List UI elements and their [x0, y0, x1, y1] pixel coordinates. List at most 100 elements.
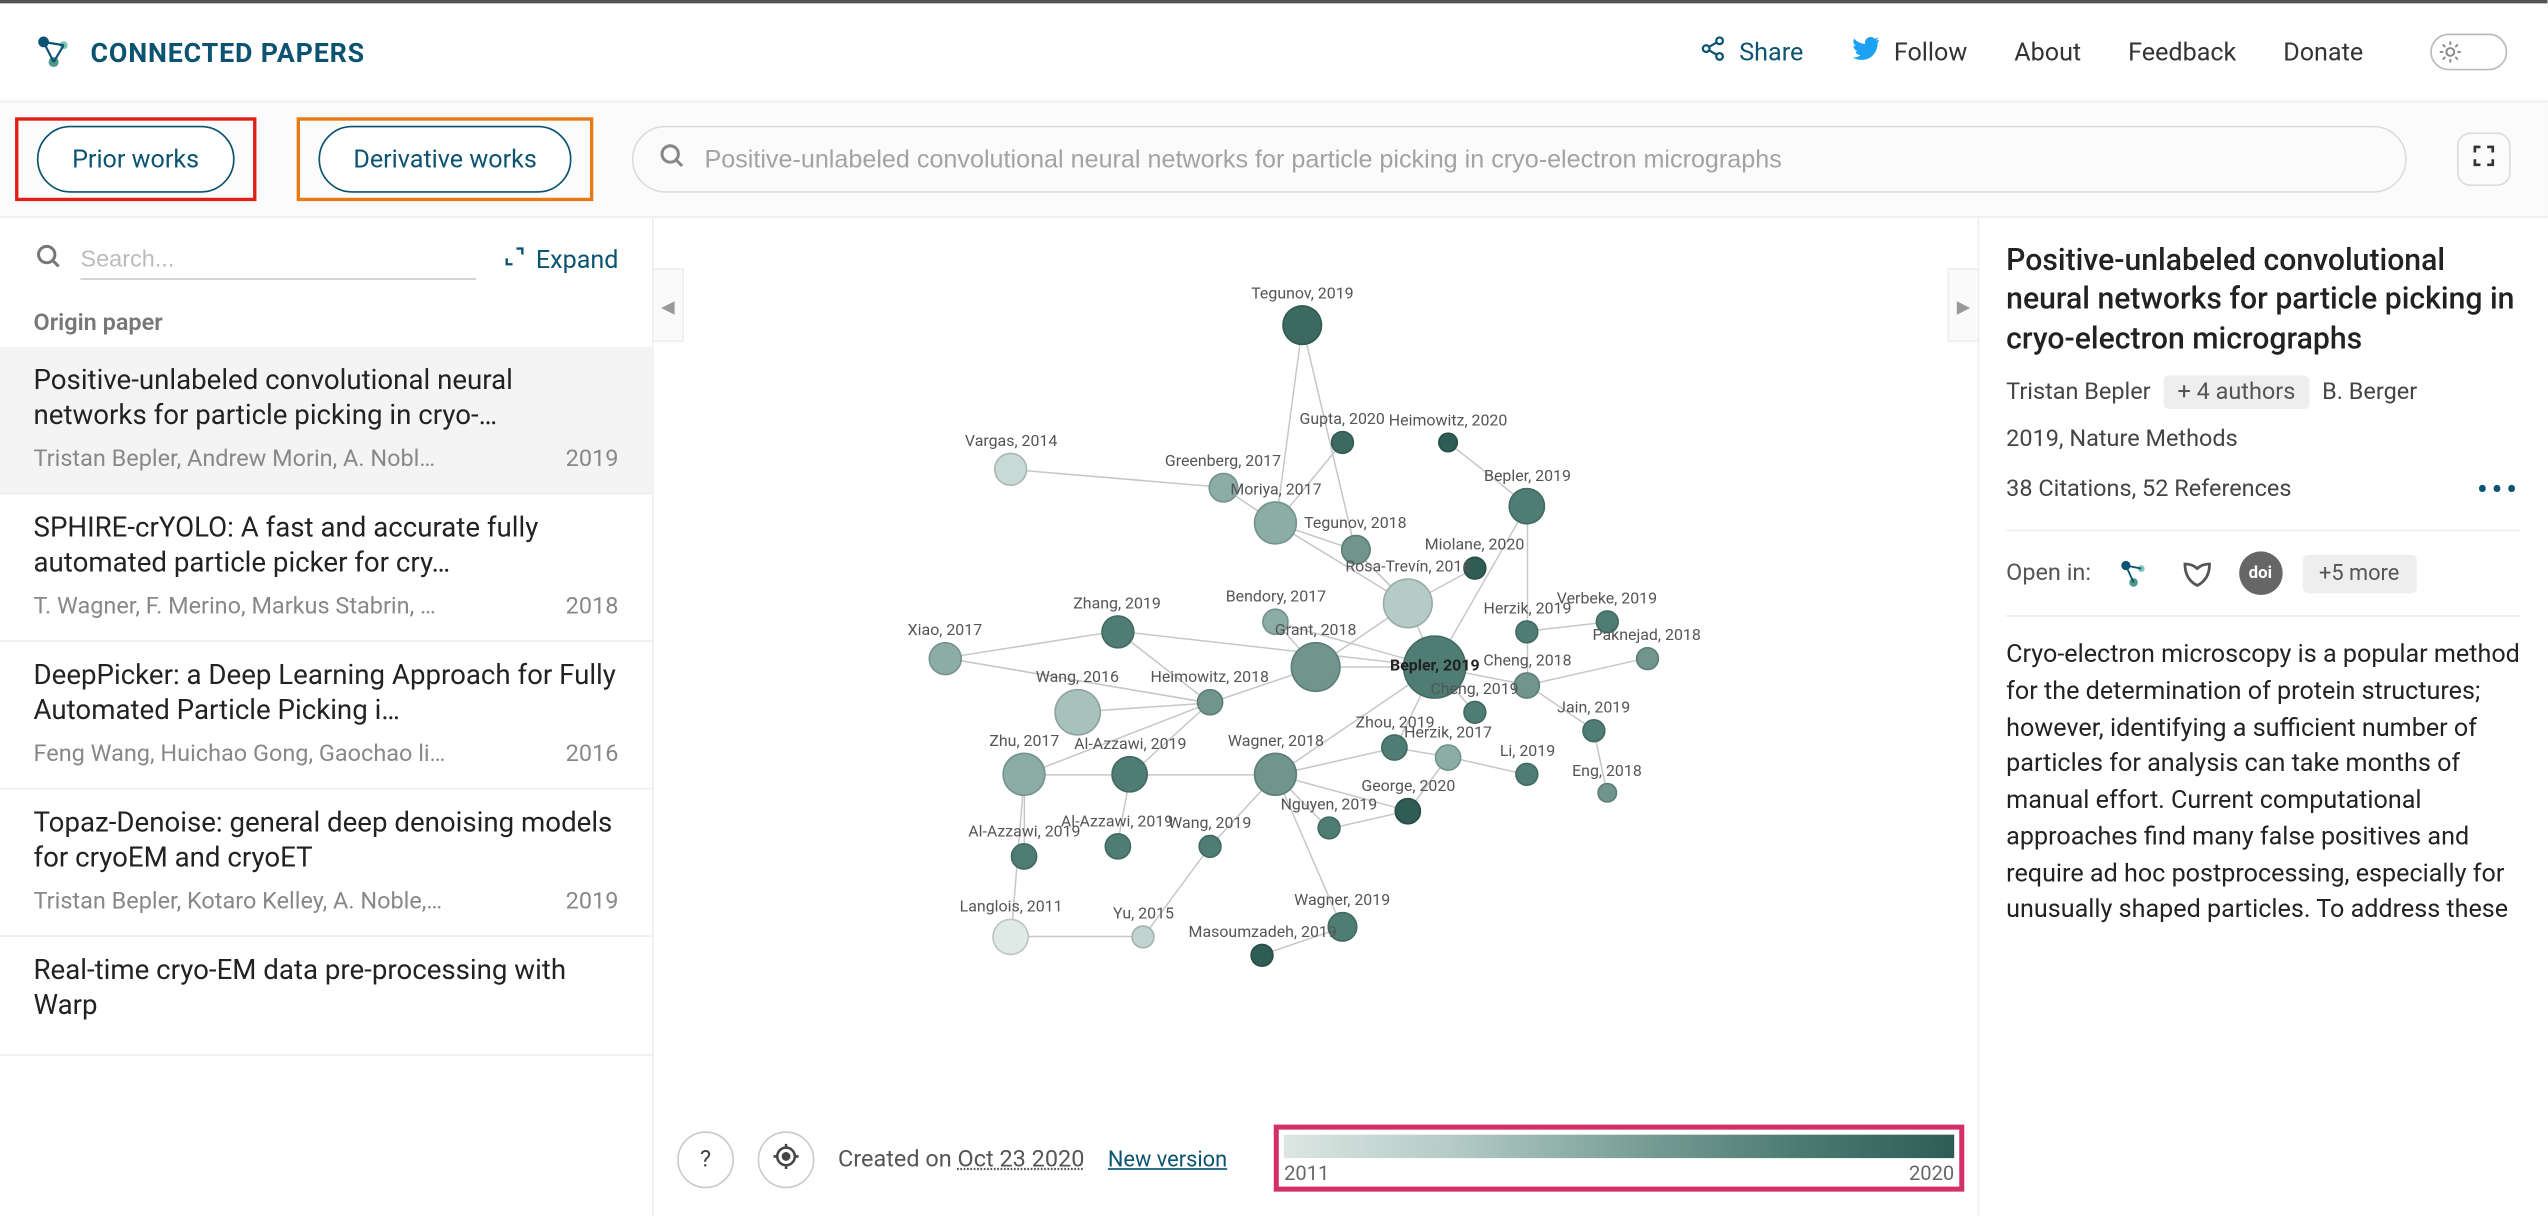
help-button[interactable]: ?	[677, 1131, 734, 1188]
paper-title: Positive-unlabeled convolutional neural …	[34, 364, 619, 436]
share-label: Share	[1739, 37, 1803, 67]
graph-node-label: Moriya, 2017	[1230, 481, 1321, 499]
question-icon: ?	[700, 1146, 711, 1173]
search-icon	[34, 241, 64, 278]
collapse-left-button[interactable]: ◂	[654, 268, 684, 342]
graph-node[interactable]	[1100, 614, 1134, 648]
graph-node-label: Grant, 2018	[1275, 622, 1356, 640]
main-search[interactable]	[632, 126, 2406, 193]
graph-node-label: Gupta, 2020	[1299, 411, 1384, 429]
paper-title: DeepPicker: a Deep Learning Approach for…	[34, 658, 619, 730]
graph-node[interactable]	[1054, 688, 1101, 735]
expand-button[interactable]: Expand	[502, 244, 618, 274]
main-search-input[interactable]	[704, 145, 2381, 173]
paper-list-item[interactable]: Real-time cryo-EM data pre-processing wi…	[0, 936, 652, 1056]
graph-node[interactable]	[1438, 432, 1458, 452]
graph-node[interactable]	[1509, 487, 1546, 524]
paper-authors: Tristan Bepler, Kotaro Kelley, A. Noble,…	[34, 887, 443, 914]
graph-node[interactable]	[1383, 579, 1433, 629]
graph-node[interactable]	[1282, 306, 1322, 346]
donate-link[interactable]: Donate	[2283, 37, 2363, 67]
brand-logo[interactable]: CONNECTED PAPERS	[34, 32, 366, 72]
graph-node[interactable]	[1198, 835, 1221, 858]
doi-icon[interactable]: doi	[2239, 552, 2283, 596]
graph-node[interactable]	[1112, 756, 1149, 793]
graph-node[interactable]	[1104, 833, 1131, 860]
graph-nodes[interactable]: Tegunov, 2019Vargas, 2014Greenberg, 2017…	[654, 218, 1978, 1217]
graph-node[interactable]	[1132, 925, 1155, 948]
divider	[2006, 530, 2521, 532]
derivative-works-button[interactable]: Derivative works	[318, 126, 572, 193]
paper-list-item[interactable]: Positive-unlabeled convolutional neural …	[0, 347, 652, 494]
graph-node[interactable]	[1196, 690, 1223, 717]
share-link[interactable]: Share	[1699, 35, 1803, 69]
graph-node-label: George, 2020	[1361, 777, 1455, 795]
more-actions-button[interactable]: •••	[2477, 470, 2521, 510]
graph-node-label: Miolane, 2020	[1425, 536, 1525, 554]
graph-node[interactable]	[1317, 817, 1340, 840]
header-links: Share Follow About Feedback Donate	[1699, 34, 2514, 71]
open-more-button[interactable]: +5 more	[2302, 554, 2416, 593]
paper-list-sidebar: Expand Origin paper Positive-unlabeled c…	[0, 218, 654, 1217]
graph-node-label: Nguyen, 2019	[1281, 797, 1378, 815]
graph-node[interactable]	[1435, 743, 1462, 770]
graph-node-label: Al-Azzawi, 2019	[1074, 736, 1186, 754]
graph-node-label: Cheng, 2018	[1483, 651, 1571, 669]
graph-node[interactable]	[1597, 783, 1617, 803]
graph-node-label: Wagner, 2019	[1294, 892, 1390, 910]
graph-node[interactable]	[1395, 797, 1422, 824]
paper-title: Real-time cryo-EM data pre-processing wi…	[34, 953, 619, 1025]
collapse-right-button[interactable]: ▸	[1948, 268, 1978, 342]
author-first[interactable]: Tristan Bepler	[2006, 379, 2150, 406]
graph-node-label: Yu, 2015	[1113, 905, 1174, 923]
paper-year: 2018	[566, 593, 619, 620]
search-icon	[658, 141, 688, 178]
semantic-scholar-icon[interactable]	[2175, 552, 2219, 596]
graph-node[interactable]	[1251, 943, 1274, 966]
fullscreen-button[interactable]	[2457, 132, 2511, 186]
sidebar-search-input[interactable]	[80, 238, 475, 280]
graph-node[interactable]	[1291, 642, 1341, 692]
new-version-link[interactable]: New version	[1108, 1147, 1227, 1172]
more-authors-chip[interactable]: + 4 authors	[2164, 376, 2309, 410]
paper-list-item[interactable]: DeepPicker: a Deep Learning Approach for…	[0, 641, 652, 788]
paper-authors: T. Wagner, F. Merino, Markus Stabrin, …	[34, 593, 436, 620]
feedback-link[interactable]: Feedback	[2128, 37, 2236, 67]
created-on-label: Created on Oct 23 2020	[838, 1146, 1084, 1173]
graph-node-label: Vargas, 2014	[965, 433, 1057, 451]
graph-node[interactable]	[1011, 842, 1038, 869]
graph-node[interactable]	[1330, 431, 1353, 454]
graph-node[interactable]	[928, 641, 962, 675]
locate-button[interactable]	[758, 1131, 815, 1188]
paper-year: 2019	[566, 446, 619, 473]
graph-node-label: Langlois, 2011	[960, 898, 1063, 916]
graph-node[interactable]	[1254, 502, 1298, 546]
paper-details-sidebar: Positive-unlabeled convolutional neural …	[1978, 218, 2548, 1217]
connected-papers-icon[interactable]	[2111, 552, 2155, 596]
graph-node[interactable]	[993, 918, 1030, 955]
chevron-right-icon: ▸	[1957, 289, 1970, 321]
follow-link[interactable]: Follow	[1850, 34, 1967, 71]
about-link[interactable]: About	[2014, 37, 2081, 67]
author-last[interactable]: B. Berger	[2322, 379, 2417, 406]
graph-node-label: Herzik, 2017	[1404, 723, 1492, 741]
share-icon	[1699, 35, 1726, 69]
graph-node[interactable]	[1516, 619, 1539, 642]
graph-node[interactable]	[1254, 753, 1298, 797]
graph-node[interactable]	[1463, 700, 1486, 723]
detail-title: Positive-unlabeled convolutional neural …	[2006, 241, 2521, 359]
expand-icon	[502, 244, 525, 274]
graph-node[interactable]	[1003, 753, 1047, 797]
graph-node-label: Rosa-Trevín, 2016	[1345, 559, 1471, 577]
graph-node[interactable]	[994, 453, 1028, 487]
origin-paper-label: Origin paper	[0, 287, 652, 347]
paper-list-item[interactable]: SPHIRE-crYOLO: A fast and accurate fully…	[0, 494, 652, 641]
graph-node[interactable]	[1516, 763, 1539, 786]
theme-toggle[interactable]	[2430, 34, 2507, 71]
graph-node-label: Heimowitz, 2018	[1150, 669, 1269, 687]
graph-node[interactable]	[1635, 646, 1658, 669]
prior-works-button[interactable]: Prior works	[37, 126, 234, 193]
graph-node-label: Al-Azzawi, 2019	[1061, 813, 1173, 831]
paper-list-item[interactable]: Topaz-Denoise: general deep denoising mo…	[0, 789, 652, 936]
graph-node[interactable]	[1582, 718, 1605, 741]
